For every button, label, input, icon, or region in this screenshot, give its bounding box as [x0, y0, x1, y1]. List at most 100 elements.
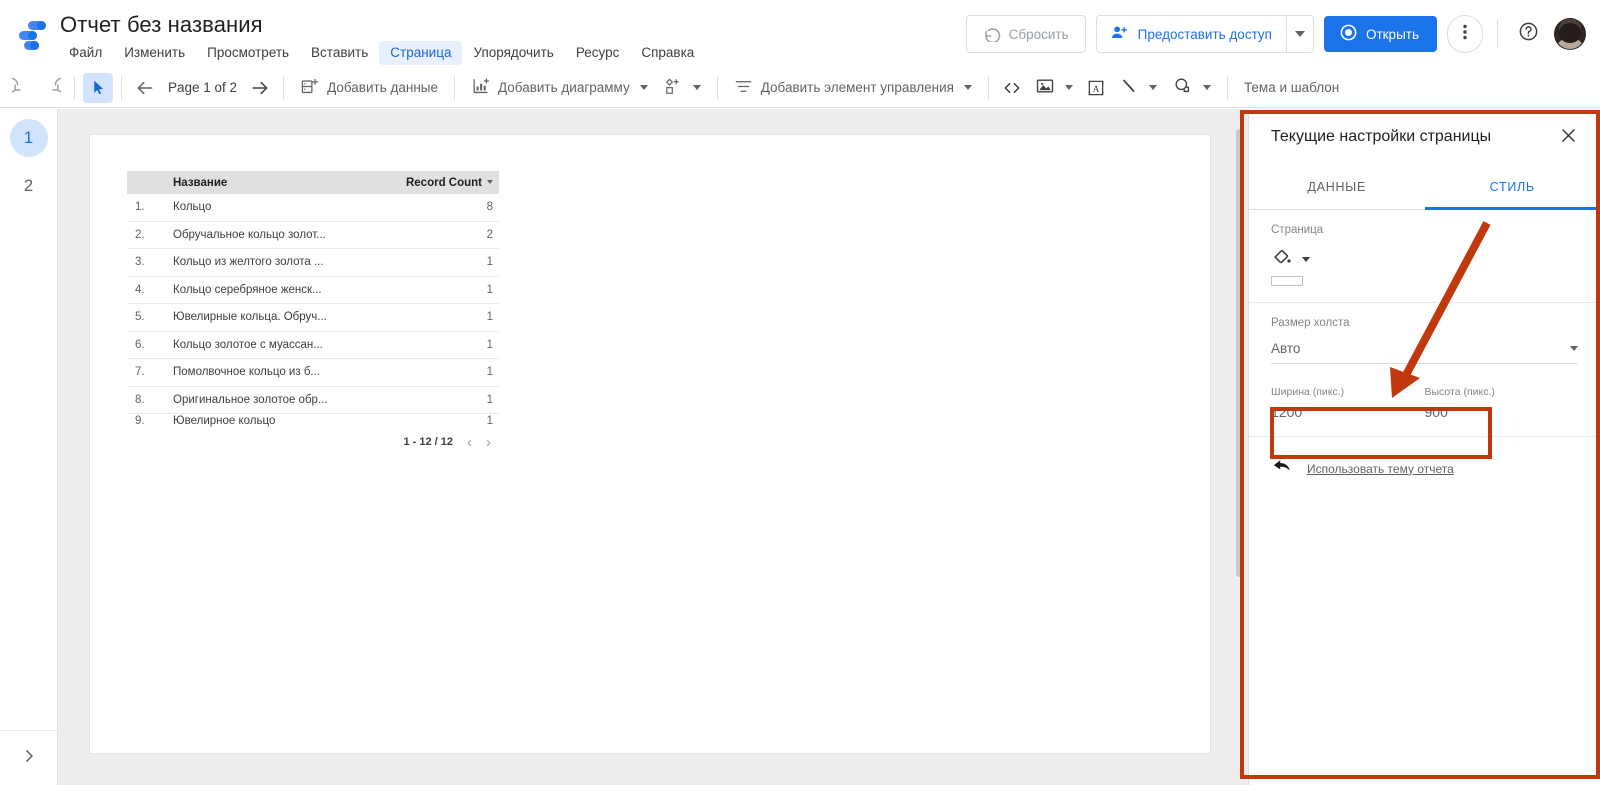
- data-studio-app: Отчет без названия Файл Изменить Просмот…: [0, 0, 1600, 785]
- header-divider: [1497, 20, 1498, 48]
- canvas-size-select[interactable]: Авто: [1271, 339, 1578, 364]
- expand-rail-button[interactable]: [0, 730, 57, 785]
- add-image-button[interactable]: [1027, 73, 1081, 103]
- menu-arrange[interactable]: Упорядочить: [462, 41, 564, 65]
- add-textbox-button[interactable]: A: [1081, 73, 1111, 103]
- select-tool-button[interactable]: [83, 73, 113, 103]
- table-row[interactable]: 9. Ювелирное кольцо 1: [127, 414, 499, 427]
- row-name: Ювелирное кольцо: [173, 415, 403, 427]
- pagination-next-button[interactable]: ›: [486, 434, 491, 451]
- shape-icon: [1173, 76, 1193, 99]
- row-count: 8: [403, 201, 499, 213]
- undo-button[interactable]: [6, 73, 36, 103]
- row-index: 9.: [127, 415, 173, 427]
- chevron-down-icon: [964, 85, 972, 90]
- reset-button[interactable]: Сбросить: [966, 15, 1086, 53]
- add-line-button[interactable]: [1111, 73, 1165, 103]
- pagination-previous-button[interactable]: ‹: [467, 434, 472, 451]
- toolbar-divider-5: [717, 76, 718, 100]
- menu-insert[interactable]: Вставить: [300, 41, 379, 65]
- report-page[interactable]: Название Record Count 1. Кольцо 8 2. Обр…: [90, 135, 1210, 753]
- row-count: 1: [403, 256, 499, 268]
- edit-toolbar: Page 1 of 2 Добавить данные: [0, 68, 1600, 108]
- add-shape-button[interactable]: [1165, 73, 1219, 103]
- table-row[interactable]: 7. Помолвочное кольцо из б... 1: [127, 359, 499, 387]
- row-count: 1: [403, 311, 499, 323]
- page-thumb-2[interactable]: 2: [10, 167, 48, 205]
- row-name: Кольцо серебряное женск...: [173, 284, 403, 296]
- undo-arrow-icon: [1271, 457, 1293, 480]
- toolbar-divider-4: [454, 76, 455, 100]
- row-index: 6.: [127, 339, 173, 351]
- menu-file[interactable]: Файл: [58, 41, 113, 65]
- tab-data[interactable]: ДАННЫЕ: [1249, 165, 1425, 209]
- table-row[interactable]: 3. Кольцо из желтого золота ... 1: [127, 249, 499, 277]
- header-actions: Сбросить Предоставить доступ: [966, 12, 1600, 56]
- data-studio-logo-icon[interactable]: [12, 18, 50, 52]
- avatar[interactable]: [1554, 18, 1586, 50]
- canvas-dimension-fields: Ширина (пикс.) 1200 Высота (пикс.) 900: [1271, 386, 1578, 420]
- theme-and-layout-button[interactable]: Тема и шаблон: [1236, 73, 1347, 103]
- add-chart-button[interactable]: Добавить диаграмму: [463, 73, 656, 103]
- help-button[interactable]: [1512, 18, 1544, 50]
- table-pagination: 1 - 12 / 12 ‹ ›: [127, 427, 499, 457]
- menu-edit[interactable]: Изменить: [113, 41, 196, 65]
- table-col-name[interactable]: Название: [173, 177, 403, 189]
- add-data-button[interactable]: Добавить данные: [292, 73, 446, 103]
- report-canvas[interactable]: Название Record Count 1. Кольцо 8 2. Обр…: [58, 109, 1248, 785]
- row-count: 1: [403, 415, 499, 427]
- tab-style[interactable]: СТИЛЬ: [1425, 165, 1600, 209]
- document-title[interactable]: Отчет без названия: [60, 12, 263, 38]
- table-row[interactable]: 8. Оригинальное золотое обр... 1: [127, 387, 499, 415]
- canvas-size-section: Размер холста Авто Ширина (пикс.) 1200 В…: [1249, 303, 1600, 437]
- share-button-group: Предоставить доступ: [1096, 15, 1314, 53]
- table-header-row: Название Record Count: [127, 171, 499, 194]
- row-index: 3.: [127, 256, 173, 268]
- row-index: 2.: [127, 229, 173, 241]
- table-row[interactable]: 1. Кольцо 8: [127, 194, 499, 222]
- table-row[interactable]: 4. Кольцо серебряное женск... 1: [127, 277, 499, 305]
- more-options-button[interactable]: [1447, 15, 1483, 53]
- close-panel-button[interactable]: [1555, 122, 1582, 153]
- row-count: 1: [403, 284, 499, 296]
- canvas-vertical-scrollbar[interactable]: [1236, 129, 1243, 577]
- chevron-down-icon: [1065, 85, 1073, 90]
- menu-view[interactable]: Просмотреть: [196, 41, 300, 65]
- menu-resource[interactable]: Ресурс: [565, 41, 631, 65]
- page-background-swatch[interactable]: [1271, 276, 1303, 286]
- table-col-record-count[interactable]: Record Count: [403, 177, 499, 189]
- share-button[interactable]: Предоставить доступ: [1097, 16, 1286, 52]
- menu-page[interactable]: Страница: [379, 41, 462, 65]
- share-dropdown-button[interactable]: [1286, 16, 1313, 52]
- row-name: Кольцо из желтого золота ...: [173, 256, 403, 268]
- row-count: 2: [403, 229, 499, 241]
- bar-chart-icon: [471, 77, 490, 99]
- row-name: Кольцо золотое с муассан...: [173, 339, 403, 351]
- page-thumb-1[interactable]: 1: [10, 119, 48, 157]
- add-chart-label: Добавить диаграмму: [498, 80, 630, 95]
- table-row[interactable]: 5. Ювелирные кольца. Обруч... 1: [127, 304, 499, 332]
- toolbar-divider-6: [988, 76, 989, 100]
- table-col-record-count-label: Record Count: [406, 177, 482, 189]
- add-control-button[interactable]: Добавить элемент управления: [726, 73, 980, 103]
- community-visualization-button[interactable]: [656, 73, 709, 103]
- menu-help[interactable]: Справка: [630, 41, 705, 65]
- next-page-button[interactable]: [245, 73, 275, 103]
- canvas-width-field[interactable]: Ширина (пикс.) 1200: [1271, 386, 1425, 420]
- report-table-widget[interactable]: Название Record Count 1. Кольцо 8 2. Обр…: [127, 171, 499, 457]
- previous-page-button[interactable]: [130, 73, 160, 103]
- page-background-color-control[interactable]: [1271, 246, 1578, 273]
- table-row[interactable]: 2. Обручальное кольцо золот... 2: [127, 222, 499, 250]
- row-index: 5.: [127, 311, 173, 323]
- help-circle-icon: [1518, 21, 1539, 47]
- canvas-height-field[interactable]: Высота (пикс.) 900: [1425, 386, 1579, 420]
- use-report-theme-link[interactable]: Использовать тему отчета: [1307, 462, 1454, 476]
- community-visualization-icon: [664, 77, 683, 99]
- view-report-button[interactable]: Открыть: [1324, 16, 1437, 52]
- redo-button[interactable]: [36, 73, 66, 103]
- sort-descending-icon: [487, 180, 493, 184]
- share-label: Предоставить доступ: [1138, 27, 1272, 42]
- reset-theme-row: Использовать тему отчета: [1249, 437, 1600, 500]
- table-row[interactable]: 6. Кольцо золотое с муассан... 1: [127, 332, 499, 360]
- embed-code-button[interactable]: [997, 73, 1027, 103]
